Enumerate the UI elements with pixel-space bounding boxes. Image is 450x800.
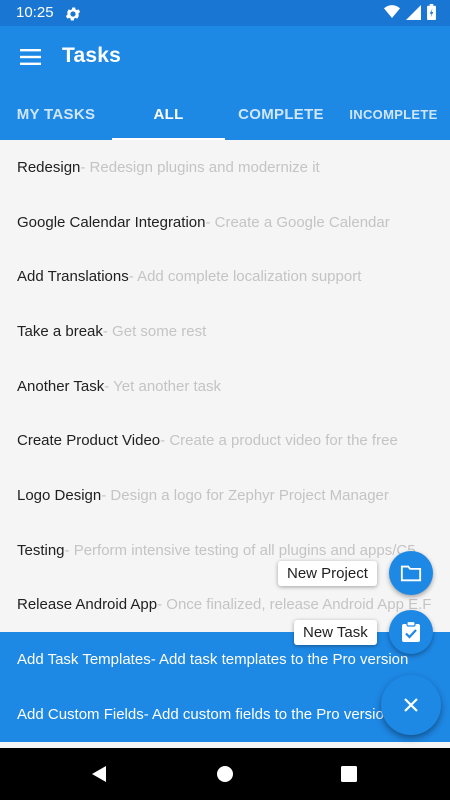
clipboard-check-icon bbox=[402, 621, 420, 642]
status-time: 10:25 bbox=[16, 4, 54, 21]
signal-icon bbox=[406, 4, 421, 20]
task-title: Add Custom Fields bbox=[17, 705, 144, 723]
page-title: Tasks bbox=[62, 44, 121, 67]
close-fab-button[interactable] bbox=[381, 675, 441, 735]
task-row[interactable]: Add Translations - Add complete localiza… bbox=[0, 249, 450, 304]
task-description: - Add task templates to the Pro version bbox=[150, 651, 409, 669]
task-description: - Add custom fields to the Pro version bbox=[143, 705, 393, 723]
tab-all[interactable]: ALL bbox=[112, 88, 225, 140]
tab-incomplete[interactable]: INCOMPLETE bbox=[337, 88, 450, 140]
home-circle-icon bbox=[217, 766, 233, 782]
task-list: Redesign - Redesign plugins and moderniz… bbox=[0, 140, 450, 748]
task-row[interactable]: Release Android App - Once finalized, re… bbox=[0, 578, 450, 633]
task-row[interactable]: Testing - Perform intensive testing of a… bbox=[0, 523, 450, 578]
task-description: - Perform intensive testing of all plugi… bbox=[64, 541, 416, 559]
new-task-label[interactable]: New Task bbox=[294, 620, 377, 645]
status-icons bbox=[384, 4, 436, 20]
task-description: - Create a product video for the free bbox=[160, 432, 398, 450]
app-bar: Tasks bbox=[0, 26, 450, 88]
status-bar: 10:25 bbox=[0, 0, 450, 26]
task-row-highlighted[interactable]: Add Task Templates - Add task templates … bbox=[0, 632, 450, 687]
task-row[interactable]: Take a break - Get some rest bbox=[0, 304, 450, 359]
task-title: Create Product Video bbox=[17, 432, 161, 450]
task-title: Add Translations bbox=[17, 268, 129, 286]
back-button[interactable] bbox=[88, 762, 112, 786]
recents-square-icon bbox=[341, 766, 357, 782]
task-description: - Get some rest bbox=[102, 322, 207, 340]
wifi-icon bbox=[384, 5, 400, 18]
new-task-button[interactable] bbox=[389, 610, 433, 654]
recents-button[interactable] bbox=[337, 762, 361, 786]
settings-gear-icon bbox=[64, 5, 82, 23]
task-description: - Redesign plugins and modernize it bbox=[80, 158, 320, 176]
task-description: - Once finalized, release Android App E.… bbox=[157, 596, 432, 614]
task-description: - Add complete localization support bbox=[128, 268, 362, 286]
task-description: - Design a logo for Zephyr Project Manag… bbox=[101, 486, 389, 504]
home-button[interactable] bbox=[213, 762, 237, 786]
task-title: Another Task bbox=[17, 377, 105, 395]
tab-my-tasks[interactable]: MY TASKS bbox=[0, 88, 112, 140]
task-row[interactable]: Create Product Video - Create a product … bbox=[0, 413, 450, 468]
task-title: Release Android App bbox=[17, 596, 158, 614]
task-title: Testing bbox=[17, 541, 65, 559]
task-row[interactable]: Another Task - Yet another task bbox=[0, 359, 450, 414]
battery-icon bbox=[427, 4, 436, 20]
close-icon bbox=[404, 698, 418, 712]
new-project-button[interactable] bbox=[389, 551, 433, 595]
task-title: Take a break bbox=[17, 322, 103, 340]
task-title: Add Task Templates bbox=[17, 651, 151, 669]
hamburger-menu-icon bbox=[20, 49, 41, 65]
task-title: Redesign bbox=[17, 158, 81, 176]
task-row[interactable]: Redesign - Redesign plugins and moderniz… bbox=[0, 140, 450, 195]
task-row[interactable]: Google Calendar Integration - Create a G… bbox=[0, 195, 450, 250]
folder-icon bbox=[400, 565, 422, 582]
back-triangle-icon bbox=[92, 766, 106, 782]
tab-complete[interactable]: COMPLETE bbox=[225, 88, 337, 140]
task-row[interactable]: Logo Design - Design a logo for Zephyr P… bbox=[0, 468, 450, 523]
system-navigation-bar bbox=[0, 748, 450, 800]
task-description: - Yet another task bbox=[104, 377, 222, 395]
task-description: - Create a Google Calendar bbox=[205, 213, 390, 231]
menu-button[interactable] bbox=[14, 42, 46, 72]
task-title: Logo Design bbox=[17, 486, 102, 504]
new-project-label[interactable]: New Project bbox=[278, 561, 377, 586]
tab-bar: MY TASKS ALL COMPLETE INCOMPLETE bbox=[0, 88, 450, 140]
task-title: Google Calendar Integration bbox=[17, 213, 206, 231]
